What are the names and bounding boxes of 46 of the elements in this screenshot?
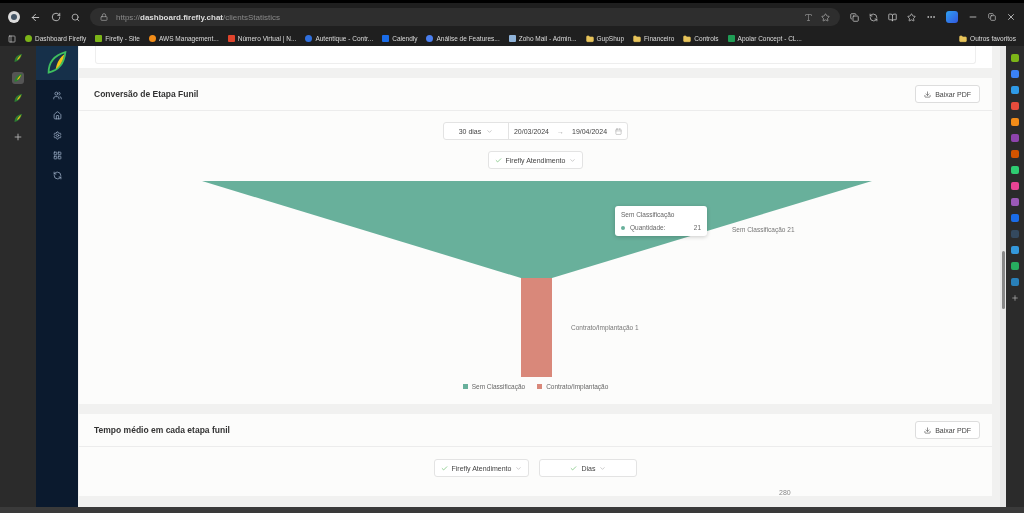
back-icon[interactable]: [30, 11, 41, 23]
download-icon: [924, 90, 932, 98]
chevron-icon: [569, 156, 577, 164]
folder-icon: [959, 34, 968, 43]
users-icon[interactable]: [52, 91, 62, 100]
leaf-logo-icon: [13, 113, 23, 123]
leaf-logo-icon: [13, 93, 23, 103]
leaf-logo-icon: [13, 53, 23, 63]
check-icon: [570, 464, 578, 472]
restore-icon[interactable]: [988, 13, 996, 21]
url-text: https://dashboard.firefly.chat/clientsStatistics: [116, 12, 280, 22]
copilot-icon[interactable]: [946, 11, 958, 23]
chevron-icon: [599, 464, 607, 472]
tab-actions-icon[interactable]: [8, 34, 16, 43]
lock-icon: [100, 13, 108, 21]
profile-icon[interactable]: [8, 11, 20, 23]
check-icon: [494, 156, 502, 164]
chevron-icon: [515, 464, 523, 472]
leaf-logo-icon: [13, 73, 23, 83]
calendar-icon: [615, 127, 623, 135]
grid-icon[interactable]: [52, 151, 62, 160]
address-bar[interactable]: https://dashboard.firefly.chat/clientsStatistics: [90, 8, 840, 26]
new-tab-icon[interactable]: [13, 132, 23, 142]
leaf-logo-icon: [45, 50, 69, 76]
series-dot: [621, 225, 625, 230]
check-icon: [440, 464, 448, 472]
browser-tab[interactable]: [12, 112, 24, 124]
add-app-icon[interactable]: [1011, 294, 1019, 302]
sync-icon[interactable]: [869, 12, 878, 22]
search-icon[interactable]: [71, 12, 80, 22]
legend-swatch: [537, 384, 543, 389]
browser-tab[interactable]: [12, 52, 24, 64]
browser-tab[interactable]: [12, 72, 24, 84]
favorite-icon[interactable]: [821, 12, 830, 22]
download-icon: [924, 426, 932, 434]
browser-tab[interactable]: [12, 92, 24, 104]
reload-icon[interactable]: [51, 12, 61, 22]
close-icon[interactable]: [1006, 12, 1016, 22]
scroll-thumb[interactable]: [1001, 251, 1005, 309]
card-title: Tempo médio em cada etapa funil: [94, 425, 230, 435]
card-title: Conversão de Etapa Funil: [94, 89, 199, 99]
favorites-icon[interactable]: [907, 12, 916, 22]
chevron-icon: [486, 127, 494, 135]
home-icon[interactable]: [52, 111, 62, 120]
settings-icon[interactable]: [52, 131, 62, 140]
legend-swatch: [462, 384, 468, 389]
